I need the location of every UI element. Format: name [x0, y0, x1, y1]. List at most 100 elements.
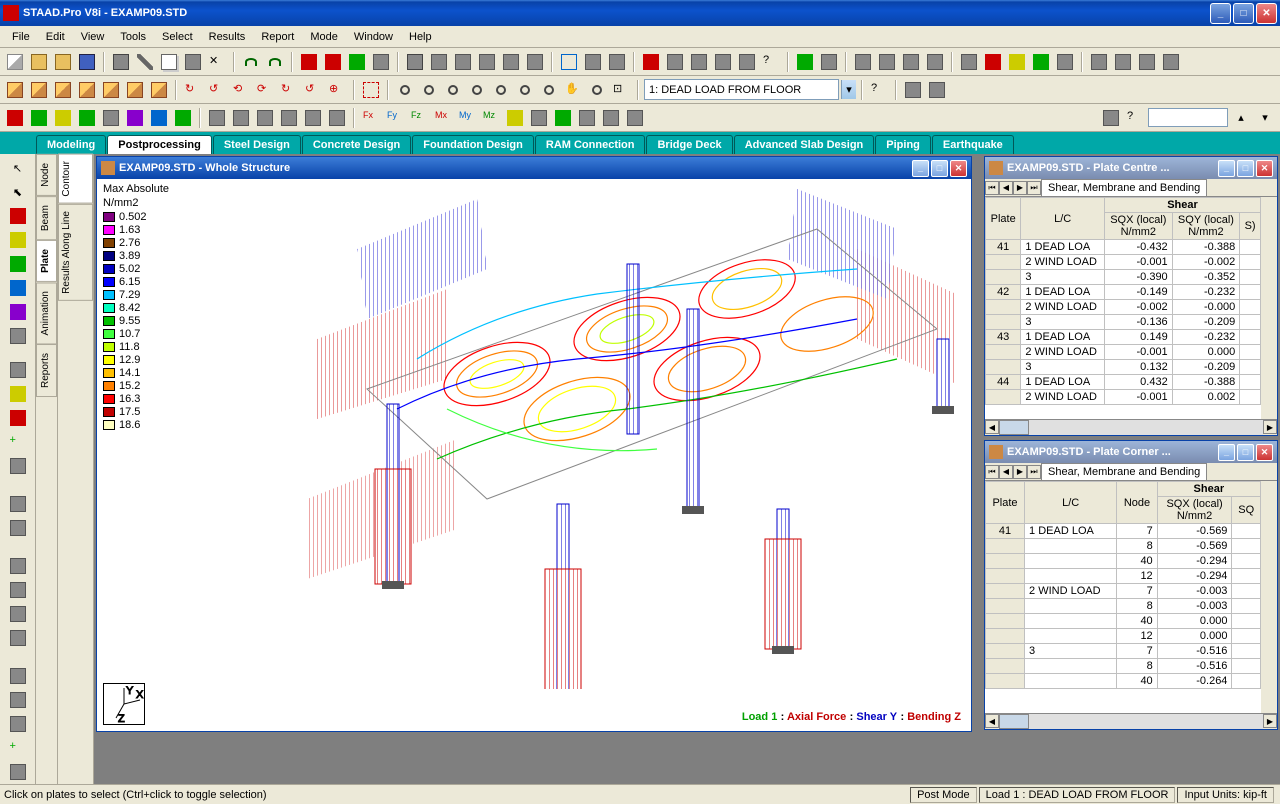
load-case-dropdown[interactable]: 1: DEAD LOAD FROM FLOOR [644, 79, 839, 100]
select-beam[interactable] [8, 230, 28, 250]
support-tool1[interactable] [958, 51, 980, 73]
t3-a4[interactable] [278, 107, 300, 129]
support-tool2[interactable] [982, 51, 1004, 73]
sheet-tab[interactable]: Shear, Membrane and Bending [1041, 179, 1207, 196]
open2-button[interactable] [52, 51, 74, 73]
table-row[interactable]: 400.000 [986, 614, 1261, 629]
scale-down[interactable]: ▾ [1254, 107, 1276, 129]
tab-prev[interactable]: ◀ [999, 465, 1013, 479]
layer-tool1[interactable] [1088, 51, 1110, 73]
tab-modeling[interactable]: Modeling [36, 135, 106, 154]
dim-tool4[interactable] [712, 51, 734, 73]
t3-btn7[interactable] [148, 107, 170, 129]
child-close[interactable]: ✕ [1256, 160, 1273, 177]
grp-lt2[interactable] [8, 690, 28, 710]
zoom-prev[interactable] [514, 79, 536, 101]
t3-a3[interactable] [254, 107, 276, 129]
menu-view[interactable]: View [73, 29, 113, 45]
table-row[interactable]: 411 DEAD LOA7-0.569 [986, 524, 1261, 539]
tab-earthquake[interactable]: Earthquake [932, 135, 1014, 154]
rotate-tool2[interactable]: ↺ [206, 79, 228, 101]
t3-btn8[interactable] [172, 107, 194, 129]
camera-button[interactable] [452, 51, 474, 73]
scale-input[interactable] [1148, 108, 1228, 127]
iso-view1[interactable] [4, 79, 26, 101]
result-t2[interactable] [528, 107, 550, 129]
copy-button[interactable] [158, 51, 180, 73]
select-plate[interactable] [8, 254, 28, 274]
select-node[interactable] [8, 206, 28, 226]
dropdown-arrow-icon[interactable]: ▾ [841, 80, 856, 99]
save-button[interactable] [76, 51, 98, 73]
label-tool1[interactable] [8, 494, 28, 514]
open-button[interactable] [28, 51, 50, 73]
structure-tool3[interactable] [1054, 51, 1076, 73]
table-row[interactable]: 12-0.294 [986, 569, 1261, 584]
sub-tab-results-along-line[interactable]: Results Along Line [58, 204, 93, 301]
structure-canvas[interactable]: Max Absolute N/mm2 0.5021.632.763.895.02… [97, 179, 971, 731]
child-maximize[interactable]: □ [1237, 444, 1254, 461]
table-row[interactable]: 8-0.569 [986, 539, 1261, 554]
plate-centre-grid[interactable]: PlateL/CShearSQX (local)N/mm2SQY (local)… [985, 197, 1261, 419]
t3-a2[interactable] [230, 107, 252, 129]
hscrollbar[interactable]: ◀▶ [985, 419, 1277, 435]
force-fy[interactable]: Fy [384, 107, 406, 129]
report-button[interactable] [524, 51, 546, 73]
structure-tool2[interactable] [1030, 51, 1052, 73]
win-cascade[interactable] [900, 51, 922, 73]
child-minimize[interactable]: _ [1218, 444, 1235, 461]
print2-button[interactable] [404, 51, 426, 73]
table-row[interactable]: 441 DEAD LOA0.432-0.388 [986, 375, 1261, 390]
table-row[interactable]: 30.132-0.209 [986, 360, 1261, 375]
rotate-tool4[interactable]: ⟳ [254, 79, 276, 101]
sheet-tab[interactable]: Shear, Membrane and Bending [1041, 463, 1207, 480]
table-row[interactable]: 2 WIND LOAD-0.001-0.002 [986, 255, 1261, 270]
table-row[interactable]: 8-0.516 [986, 659, 1261, 674]
layer-tool3[interactable] [1136, 51, 1158, 73]
layer-tool4[interactable] [1160, 51, 1182, 73]
menu-report[interactable]: Report [253, 29, 302, 45]
side-tab-reports[interactable]: Reports [36, 344, 57, 397]
undo-button[interactable] [240, 51, 262, 73]
tab-foundation-design[interactable]: Foundation Design [412, 135, 534, 154]
table-row[interactable]: 120.000 [986, 629, 1261, 644]
select-solid[interactable] [8, 278, 28, 298]
analysis-tool[interactable] [818, 51, 840, 73]
table-row[interactable]: 421 DEAD LOA-0.149-0.232 [986, 285, 1261, 300]
grp-lt5[interactable] [8, 762, 28, 782]
iso-view4[interactable] [76, 79, 98, 101]
menu-mode[interactable]: Mode [302, 29, 346, 45]
t3-btn6[interactable] [124, 107, 146, 129]
delete-button[interactable]: ✕ [206, 51, 228, 73]
zoom-extent[interactable]: ⊡ [610, 79, 632, 101]
dim-tool5[interactable] [736, 51, 758, 73]
tab-postprocessing[interactable]: Postprocessing [107, 135, 212, 154]
select-all[interactable] [8, 326, 28, 346]
zoom-fit[interactable] [466, 79, 488, 101]
table-row[interactable]: 40-0.264 [986, 674, 1261, 689]
tool-d[interactable] [370, 51, 392, 73]
table-row[interactable]: 2 WIND LOAD7-0.003 [986, 584, 1261, 599]
tool-c[interactable] [346, 51, 368, 73]
layer-tool2[interactable] [1112, 51, 1134, 73]
tab-prev[interactable]: ◀ [999, 181, 1013, 195]
minimize-button[interactable]: _ [1210, 3, 1231, 24]
menu-edit[interactable]: Edit [38, 29, 73, 45]
table-row[interactable]: 2 WIND LOAD-0.0010.002 [986, 390, 1261, 405]
tab-steel-design[interactable]: Steel Design [213, 135, 301, 154]
result-t4[interactable] [576, 107, 598, 129]
cut-button[interactable] [134, 51, 156, 73]
display-tool[interactable] [1100, 107, 1122, 129]
whole-structure-titlebar[interactable]: EXAMP09.STD - Whole Structure _ □ ✕ [97, 157, 971, 179]
view-tool1[interactable] [582, 51, 604, 73]
menu-window[interactable]: Window [346, 29, 401, 45]
tool-a[interactable] [298, 51, 320, 73]
force-fz[interactable]: Fz [408, 107, 430, 129]
table-row[interactable]: 2 WIND LOAD-0.002-0.000 [986, 300, 1261, 315]
iso-view3[interactable] [52, 79, 74, 101]
rotate-tool1[interactable]: ↻ [182, 79, 204, 101]
menu-results[interactable]: Results [201, 29, 254, 45]
tab-advanced-slab-design[interactable]: Advanced Slab Design [734, 135, 875, 154]
moment-my[interactable]: My [456, 107, 478, 129]
sub-tab-contour[interactable]: Contour [58, 154, 93, 204]
